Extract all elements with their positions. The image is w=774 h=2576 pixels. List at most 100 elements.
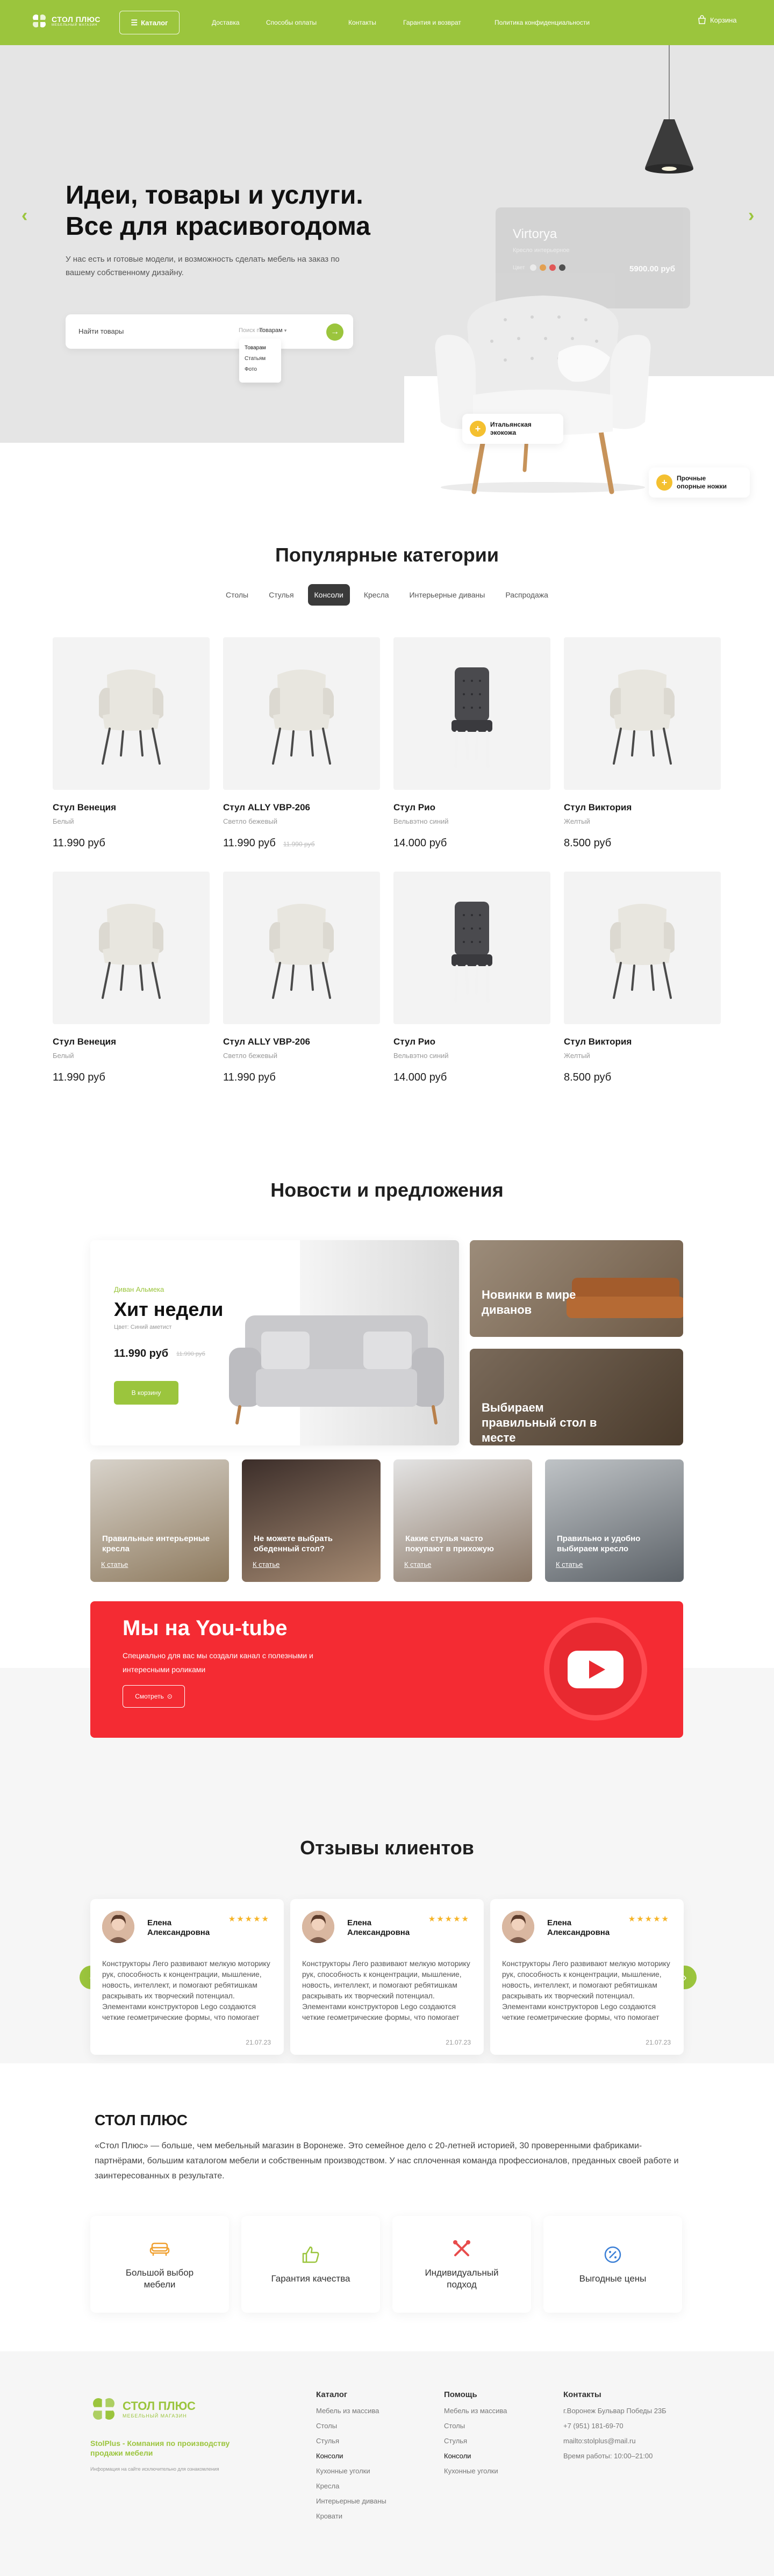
footer-link[interactable]: Консоли: [444, 2452, 507, 2460]
search-input[interactable]: Найти товары: [78, 327, 124, 335]
tab-chairs[interactable]: Стулья: [262, 584, 300, 606]
product-image[interactable]: [53, 637, 210, 790]
news-tile-table[interactable]: Выбираем правильный стол в месте: [470, 1349, 683, 1445]
search-scope-value: Товарам: [259, 327, 283, 334]
logo[interactable]: СТОЛ ПЛЮС МЕБЕЛЬНЫЙ МАГАЗИН: [31, 13, 101, 29]
article-link[interactable]: К статье: [101, 1560, 128, 1568]
footer-link[interactable]: Интерьерные диваны: [316, 2497, 386, 2505]
product-price-row: 14.000 руб: [393, 837, 550, 850]
footer-link[interactable]: Кресла: [316, 2482, 386, 2490]
chair-image: [99, 904, 163, 999]
product-image[interactable]: [223, 872, 380, 1024]
add-to-cart-button[interactable]: В корзину: [114, 1381, 178, 1405]
product-name[interactable]: Стул Венеция: [53, 1037, 210, 1047]
category-tabs: Столы Стулья Консоли Кресла Интерьерные …: [0, 584, 774, 606]
footer-link[interactable]: Кухонные уголки: [444, 2467, 507, 2475]
nav-payment[interactable]: Способы оплаты: [266, 19, 317, 26]
article-card[interactable]: Правильные интерьерные кресла К статье: [90, 1459, 229, 1582]
article-card[interactable]: Какие стулья часто покупают в прихожую К…: [393, 1459, 532, 1582]
tab-armchairs[interactable]: Кресла: [357, 584, 396, 606]
article-card[interactable]: Не можете выбрать обеденный стол? К стат…: [242, 1459, 381, 1582]
product-name[interactable]: Стул Виктория: [564, 802, 721, 813]
product-card[interactable]: Стул Рио Вельвэтно синий 14.000 руб: [393, 637, 550, 850]
footer-link[interactable]: Стулья: [444, 2437, 507, 2445]
dropdown-option[interactable]: Статьям: [245, 354, 276, 364]
footer-link[interactable]: Кухонные уголки: [316, 2467, 386, 2475]
product-card[interactable]: Стул Венеция Белый 11.990 руб: [53, 872, 210, 1084]
product-name[interactable]: Стул ALLY VBP-206: [223, 1037, 380, 1047]
product-card[interactable]: Стул ALLY VBP-206 Светло бежевый 11.990 …: [223, 872, 380, 1084]
tab-sofas[interactable]: Интерьерные диваны: [403, 584, 492, 606]
footer-email[interactable]: mailto:stolplus@mail.ru: [563, 2437, 666, 2445]
watch-label: Смотреть: [135, 1693, 164, 1700]
cart-button[interactable]: Корзина: [697, 15, 737, 25]
product-name[interactable]: Стул Рио: [393, 802, 550, 813]
product-image[interactable]: [393, 637, 550, 790]
product-image[interactable]: [393, 872, 550, 1024]
footer-help-column: Помощь Мебель из массива Столы Стулья Ко…: [444, 2390, 507, 2482]
product-image[interactable]: [223, 637, 380, 790]
search-submit-button[interactable]: →: [326, 323, 343, 341]
dropdown-option[interactable]: Фото: [245, 364, 276, 375]
feature-chip-text: Прочные опорные ножки: [677, 474, 727, 490]
footer-link[interactable]: Столы: [444, 2422, 507, 2430]
product-name[interactable]: Стул Венеция: [53, 802, 210, 813]
product-image[interactable]: [564, 637, 721, 790]
footer-phone[interactable]: +7 (951) 181-69-70: [563, 2422, 666, 2430]
hero-next-arrow[interactable]: ›: [748, 205, 754, 226]
feature-chip-text: Итальянская экокожа: [490, 421, 532, 436]
product-image[interactable]: [53, 872, 210, 1024]
product-name[interactable]: Стул ALLY VBP-206: [223, 802, 380, 813]
news-tile-sofas[interactable]: Новинки в мире диванов: [470, 1240, 683, 1337]
product-card[interactable]: Стул ALLY VBP-206 Светло бежевый 11.990 …: [223, 637, 380, 850]
hit-of-week-card[interactable]: Диван Альмека Хит недели Цвет: Синий аме…: [90, 1240, 459, 1445]
reviewer-name: Елена Александровна: [547, 1918, 610, 1937]
product-card[interactable]: Стул Виктория Желтый 8.500 руб: [564, 872, 721, 1084]
footer-link[interactable]: Мебель из массива: [444, 2407, 507, 2415]
article-link[interactable]: К статье: [556, 1560, 583, 1568]
nav-delivery[interactable]: Доставка: [212, 19, 240, 26]
nav-contacts[interactable]: Контакты: [348, 19, 376, 26]
footer-logo[interactable]: СТОЛ ПЛЮС МЕБЕЛЬНЫЙ МАГАЗИН: [90, 2395, 196, 2422]
footer-tagline: StolPlus - Компания по производству прод…: [90, 2439, 230, 2457]
tab-sale[interactable]: Распродажа: [499, 584, 555, 606]
footer-column-title: Помощь: [444, 2390, 477, 2399]
review-text: Конструкторы Лего развивают мелкую мотор…: [502, 1959, 670, 2021]
tab-consoles[interactable]: Консоли: [307, 584, 350, 606]
tab-tables[interactable]: Столы: [219, 584, 255, 606]
article-link[interactable]: К статье: [404, 1560, 431, 1568]
product-card[interactable]: Стул Рио Вельвэтно синий 14.000 руб: [393, 872, 550, 1084]
footer-link[interactable]: Столы: [316, 2422, 386, 2430]
footer-link[interactable]: Стулья: [316, 2437, 386, 2445]
dropdown-option[interactable]: Товарам: [245, 343, 276, 354]
chair-image: [269, 904, 334, 999]
swatch-dark[interactable]: [559, 264, 566, 271]
product-name[interactable]: Стул Рио: [393, 1037, 550, 1047]
product-card[interactable]: Стул Венеция Белый 11.990 руб: [53, 637, 210, 850]
swatch-red[interactable]: [549, 264, 556, 271]
search-bar[interactable]: Найти товары Поиск по: Товарам ▾ →: [66, 314, 353, 349]
youtube-banner[interactable]: Мы на You-tube Специально для вас мы соз…: [90, 1601, 683, 1738]
product-card[interactable]: Стул Виктория Желтый 8.500 руб: [564, 637, 721, 850]
nav-privacy[interactable]: Политика конфиденциальности: [494, 19, 590, 26]
swatch-orange[interactable]: [540, 264, 547, 271]
product-image[interactable]: [564, 872, 721, 1024]
article-title: Правильные интерьерные кресла: [102, 1534, 210, 1553]
logo-icon: [93, 2398, 114, 2420]
swatch-light[interactable]: [530, 264, 537, 271]
footer-link[interactable]: Кровати: [316, 2512, 386, 2520]
product-price-row: 14.000 руб: [393, 1071, 550, 1084]
product-name[interactable]: Стул Виктория: [564, 1037, 721, 1047]
search-scope-select[interactable]: Товарам ▾: [259, 327, 286, 334]
hit-price: 11.990 руб: [114, 1348, 169, 1359]
watch-button[interactable]: Смотреть ⊙: [123, 1685, 185, 1708]
footer-link[interactable]: Мебель из массива: [316, 2407, 386, 2415]
article-card[interactable]: Правильно и удобно выбираем кресло К ста…: [545, 1459, 684, 1582]
catalog-button[interactable]: ☰ Каталог: [119, 11, 180, 34]
footer-catalog-column: Каталог Мебель из массива Столы Стулья К…: [316, 2390, 386, 2527]
article-link[interactable]: К статье: [253, 1560, 280, 1568]
footer-column-title: Контакты: [563, 2390, 601, 2399]
hero-prev-arrow[interactable]: ‹: [22, 205, 27, 226]
nav-warranty[interactable]: Гарантия и возврат: [403, 19, 461, 26]
footer-link[interactable]: Консоли: [316, 2452, 386, 2460]
